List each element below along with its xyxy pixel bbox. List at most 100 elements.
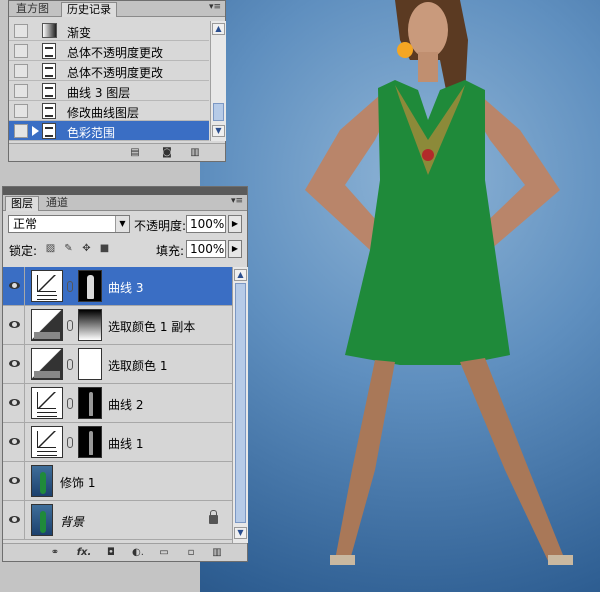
eye-icon: [9, 477, 20, 484]
blend-mode-select[interactable]: 正常 ▼: [8, 215, 130, 233]
layers-bottom-bar: ⚭ fx. ◘ ◐. ▭ ▫ ▥: [3, 543, 247, 561]
layer-row[interactable]: 背景: [3, 501, 232, 540]
snapshot-source-checkbox[interactable]: [14, 84, 28, 98]
blend-mode-value: 正常: [13, 217, 38, 231]
panel-menu-icon[interactable]: ▾≡: [231, 196, 243, 206]
snapshot-source-checkbox[interactable]: [14, 64, 28, 78]
scroll-up-icon[interactable]: ▲: [212, 23, 225, 35]
layer-mask-thumbnail[interactable]: [78, 270, 102, 302]
scroll-down-icon[interactable]: ▼: [234, 527, 247, 539]
opacity-slider-arrow-icon[interactable]: ▶: [228, 215, 242, 233]
curves-adjustment-icon: [31, 270, 63, 302]
lock-position-icon[interactable]: ✥: [81, 243, 92, 254]
eye-icon: [9, 282, 20, 289]
scroll-down-icon[interactable]: ▼: [212, 125, 225, 137]
new-document-icon[interactable]: ▤: [129, 147, 141, 158]
selective-color-adjustment-icon: [31, 348, 63, 380]
tab-channels[interactable]: 通道: [41, 196, 73, 211]
visibility-toggle[interactable]: [3, 501, 25, 539]
fill-input[interactable]: 100%: [186, 240, 226, 258]
tab-history[interactable]: 历史记录: [61, 2, 117, 17]
layer-mask-thumbnail[interactable]: [78, 309, 102, 341]
history-bottom-bar: ▤ ◙ ▥: [9, 143, 225, 161]
history-state-marker-icon: [32, 126, 39, 136]
panel-menu-icon[interactable]: ▾≡: [209, 2, 221, 12]
fill-slider-arrow-icon[interactable]: ▶: [228, 240, 242, 258]
lock-all-icon[interactable]: ■: [99, 243, 110, 254]
layer-row-selected[interactable]: 曲线 3: [3, 267, 232, 306]
folder-icon[interactable]: ▭: [158, 547, 170, 558]
history-scrollbar[interactable]: ▲ ▼: [210, 21, 226, 141]
lock-transparency-icon[interactable]: ▨: [45, 243, 56, 254]
link-icon[interactable]: ⚭: [49, 547, 61, 558]
gradient-icon: [42, 23, 57, 38]
layer-mask-thumbnail[interactable]: [78, 387, 102, 419]
visibility-toggle[interactable]: [3, 345, 25, 383]
layers-panel: 图层 通道 ▾≡ 正常 ▼ 不透明度: 100% ▶ 锁定: ▨ ✎ ✥ ■ 填…: [2, 186, 248, 562]
layer-row[interactable]: 修饰 1: [3, 462, 232, 501]
history-panel: 直方图 历史记录 ▾≡ 渐变 总体不透明度更改 总体不透明度更改 曲线 3 图层…: [8, 0, 226, 162]
opacity-input[interactable]: 100%: [186, 215, 226, 233]
visibility-toggle[interactable]: [3, 423, 25, 461]
link-chain-icon[interactable]: [67, 398, 73, 409]
link-chain-icon[interactable]: [67, 281, 73, 292]
trash-icon[interactable]: ▥: [211, 547, 223, 558]
scroll-thumb[interactable]: [235, 283, 246, 523]
layers-titlebar[interactable]: [3, 187, 247, 195]
fx-icon[interactable]: fx.: [75, 547, 93, 558]
lock-pixels-icon[interactable]: ✎: [63, 243, 74, 254]
scroll-thumb[interactable]: [213, 103, 224, 121]
layer-row[interactable]: 曲线 2: [3, 384, 232, 423]
layers-scrollbar[interactable]: ▲ ▼: [232, 267, 248, 543]
history-item-label: 渐变: [67, 26, 92, 40]
curves-adjustment-icon: [31, 426, 63, 458]
adjustment-icon[interactable]: ◐.: [130, 547, 146, 558]
layer-mask-thumbnail[interactable]: [78, 426, 102, 458]
visibility-toggle[interactable]: [3, 462, 25, 500]
link-chain-icon[interactable]: [67, 359, 73, 370]
history-item-selected[interactable]: 色彩范围: [9, 121, 209, 141]
eye-icon: [9, 516, 20, 523]
history-item-label: 修改曲线图层: [67, 106, 140, 120]
chevron-down-icon[interactable]: ▼: [115, 216, 129, 232]
history-item[interactable]: 总体不透明度更改: [9, 61, 209, 81]
layer-photo-thumbnail: [31, 465, 53, 497]
trash-icon[interactable]: ▥: [189, 147, 201, 158]
history-item-label: 曲线 3 图层: [67, 86, 131, 100]
eye-icon: [9, 438, 20, 445]
mask-icon[interactable]: ◘: [105, 547, 117, 558]
snapshot-source-checkbox[interactable]: [14, 124, 28, 138]
layer-name: 修饰 1: [60, 476, 96, 490]
layer-row[interactable]: 选取颜色 1 副本: [3, 306, 232, 345]
visibility-toggle[interactable]: [3, 267, 25, 305]
snapshot-source-checkbox[interactable]: [14, 104, 28, 118]
snapshot-source-checkbox[interactable]: [14, 24, 28, 38]
eye-icon: [9, 399, 20, 406]
history-item[interactable]: 渐变: [9, 21, 209, 41]
history-item-label: 总体不透明度更改: [67, 66, 164, 80]
layer-row[interactable]: 曲线 1: [3, 423, 232, 462]
link-chain-icon[interactable]: [67, 437, 73, 448]
eye-icon: [9, 321, 20, 328]
layers-tab-row: 图层 通道 ▾≡: [3, 195, 247, 211]
snapshot-source-checkbox[interactable]: [14, 44, 28, 58]
layer-row[interactable]: 选取颜色 1: [3, 345, 232, 384]
history-item[interactable]: 总体不透明度更改: [9, 41, 209, 61]
visibility-toggle[interactable]: [3, 306, 25, 344]
layer-mask-thumbnail[interactable]: [78, 348, 102, 380]
blend-opacity-row: 正常 ▼ 不透明度: 100% ▶: [3, 212, 247, 236]
history-item[interactable]: 修改曲线图层: [9, 101, 209, 121]
document-icon: [42, 63, 56, 79]
model-photo: [305, 0, 573, 565]
link-chain-icon[interactable]: [67, 320, 73, 331]
new-layer-icon[interactable]: ▫: [185, 547, 197, 558]
history-tab-row: 直方图 历史记录 ▾≡: [9, 1, 225, 17]
snapshot-icon[interactable]: ◙: [161, 147, 173, 158]
tab-histogram[interactable]: 直方图: [11, 2, 54, 17]
visibility-toggle[interactable]: [3, 384, 25, 422]
history-item[interactable]: 曲线 3 图层: [9, 81, 209, 101]
scroll-up-icon[interactable]: ▲: [234, 269, 247, 281]
tab-layers[interactable]: 图层: [5, 196, 39, 211]
layer-name: 曲线 3: [108, 281, 144, 295]
curves-adjustment-icon: [31, 387, 63, 419]
